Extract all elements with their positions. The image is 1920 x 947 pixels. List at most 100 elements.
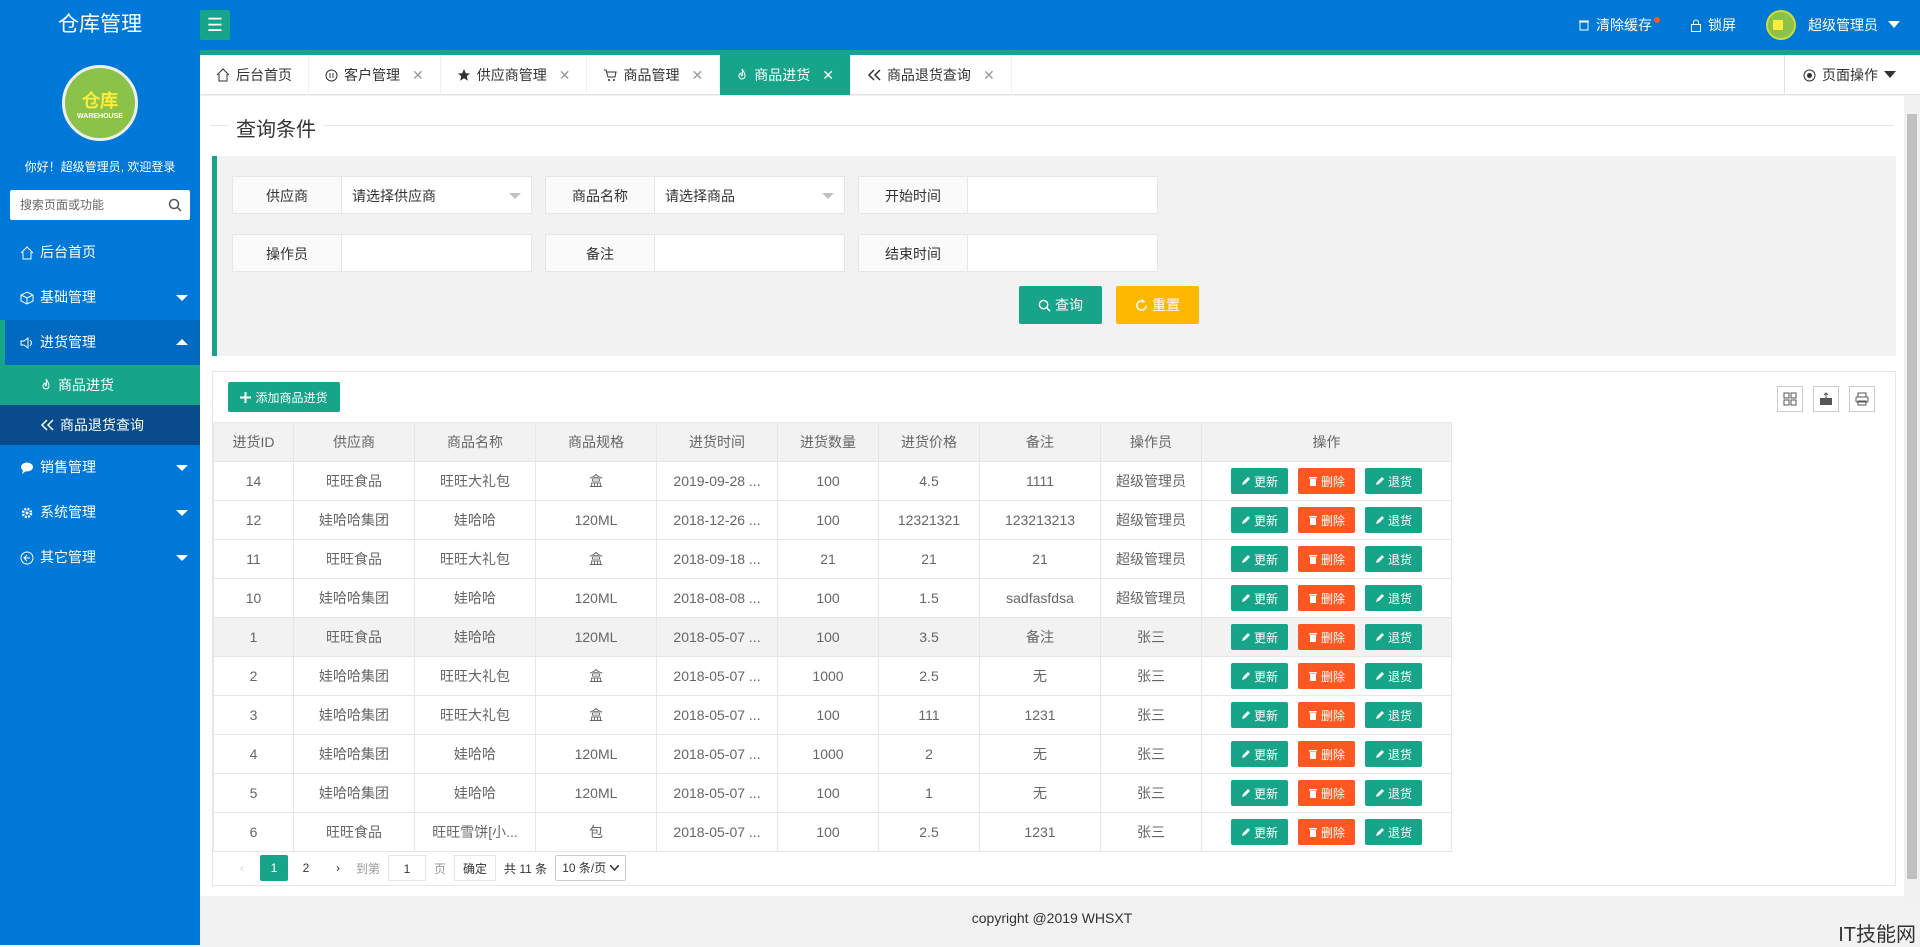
tab-return-query[interactable]: 商品退货查询 ✕ bbox=[851, 55, 1012, 95]
column-header[interactable]: 供应商 bbox=[293, 422, 415, 462]
tab-label: 后台首页 bbox=[236, 67, 292, 83]
columns-filter-button[interactable] bbox=[1777, 386, 1803, 412]
column-header[interactable]: 备注 bbox=[979, 422, 1101, 462]
delete-button[interactable]: 删除 bbox=[1297, 819, 1355, 845]
close-icon[interactable]: ✕ bbox=[691, 55, 703, 95]
update-button[interactable]: 更新 bbox=[1230, 702, 1288, 728]
delete-button[interactable]: 删除 bbox=[1297, 702, 1355, 728]
return-button[interactable]: 退货 bbox=[1365, 819, 1423, 845]
return-button[interactable]: 退货 bbox=[1365, 663, 1423, 689]
column-header[interactable]: 进货ID bbox=[213, 422, 294, 462]
update-button[interactable]: 更新 bbox=[1230, 741, 1288, 767]
delete-button[interactable]: 删除 bbox=[1297, 468, 1355, 494]
scrollbar-thumb[interactable] bbox=[1907, 114, 1917, 879]
sidebar-item-basic[interactable]: 基础管理 bbox=[0, 275, 200, 320]
pencil-icon bbox=[1376, 594, 1384, 602]
sidebar-item-home[interactable]: 后台首页 bbox=[0, 230, 200, 275]
lock-screen-button[interactable]: 锁屏 bbox=[1690, 15, 1736, 35]
return-button[interactable]: 退货 bbox=[1365, 741, 1423, 767]
return-button[interactable]: 退货 bbox=[1365, 585, 1423, 611]
close-icon[interactable]: ✕ bbox=[822, 55, 834, 95]
close-icon[interactable]: ✕ bbox=[983, 55, 995, 95]
start-time-input[interactable] bbox=[968, 176, 1158, 214]
search-button[interactable]: 查询 bbox=[1019, 286, 1102, 324]
tab-home[interactable]: 后台首页 bbox=[200, 55, 309, 95]
table-cell: 2018-12-26 ... bbox=[656, 500, 778, 540]
column-header[interactable]: 进货价格 bbox=[878, 422, 980, 462]
page-1-button[interactable]: 1 bbox=[260, 855, 288, 881]
return-button[interactable]: 退货 bbox=[1365, 780, 1423, 806]
page-jump-input[interactable]: 1 bbox=[388, 855, 427, 881]
pencil-icon bbox=[1241, 828, 1250, 836]
export-button[interactable] bbox=[1813, 386, 1839, 412]
print-button[interactable] bbox=[1849, 386, 1875, 412]
page-size-value: 10 条/页 bbox=[562, 861, 607, 875]
table-cell: 4 bbox=[213, 734, 294, 774]
action-label: 更新 bbox=[1253, 786, 1278, 801]
page-size-select[interactable]: 10 条/页 bbox=[555, 855, 627, 881]
table-cell: 100 bbox=[777, 578, 879, 618]
delete-button[interactable]: 删除 bbox=[1297, 780, 1355, 806]
sidebar-item-other[interactable]: 其它管理 bbox=[0, 535, 200, 580]
update-button[interactable]: 更新 bbox=[1230, 663, 1288, 689]
end-time-input[interactable] bbox=[968, 234, 1158, 272]
page-2-button[interactable]: 2 bbox=[292, 855, 320, 881]
main-scrollbar[interactable] bbox=[1904, 96, 1920, 900]
update-button[interactable]: 更新 bbox=[1230, 624, 1288, 650]
column-header[interactable]: 商品规格 bbox=[535, 422, 657, 462]
update-button[interactable]: 更新 bbox=[1230, 468, 1288, 494]
column-header[interactable]: 操作员 bbox=[1100, 422, 1202, 462]
update-button[interactable]: 更新 bbox=[1230, 507, 1288, 533]
operator-input[interactable] bbox=[342, 234, 532, 272]
sidebar-item-system[interactable]: 系统管理 bbox=[0, 490, 200, 535]
return-button[interactable]: 退货 bbox=[1365, 507, 1423, 533]
delete-button[interactable]: 删除 bbox=[1297, 741, 1355, 767]
update-button[interactable]: 更新 bbox=[1230, 819, 1288, 845]
update-button[interactable]: 更新 bbox=[1230, 585, 1288, 611]
table-cell: 12 bbox=[213, 500, 294, 540]
return-button[interactable]: 退货 bbox=[1365, 702, 1423, 728]
update-button[interactable]: 更新 bbox=[1230, 780, 1288, 806]
main-content: 查询条件 供应商 请选择供应商 商品名称 请选择商品 开始时间 操作员 备注 结… bbox=[200, 96, 1904, 896]
action-label: 更新 bbox=[1253, 513, 1278, 528]
delete-button[interactable]: 删除 bbox=[1297, 624, 1355, 650]
logo-avatar: 仓库 WAREHOUSE bbox=[62, 65, 138, 141]
update-button[interactable]: 更新 bbox=[1230, 546, 1288, 572]
prev-page-button[interactable]: ‹ bbox=[228, 855, 256, 881]
sidebar-subitem-return-query[interactable]: 商品退货查询 bbox=[0, 405, 200, 445]
table-cell: 盒 bbox=[535, 461, 657, 501]
return-button[interactable]: 退货 bbox=[1365, 546, 1423, 572]
user-menu[interactable]: 超级管理员 bbox=[1766, 10, 1906, 40]
table-cell: 超级管理员 bbox=[1100, 500, 1202, 540]
goods-select[interactable]: 请选择商品 bbox=[655, 176, 845, 214]
menu-toggle-button[interactable]: ☰ bbox=[200, 10, 230, 40]
column-header[interactable]: 商品名称 bbox=[414, 422, 536, 462]
return-button[interactable]: 退货 bbox=[1365, 624, 1423, 650]
close-icon[interactable]: ✕ bbox=[412, 55, 424, 95]
sidebar-item-sales[interactable]: 销售管理 bbox=[0, 445, 200, 490]
page-operations-menu[interactable]: 页面操作 bbox=[1784, 55, 1920, 95]
tab-supplier[interactable]: 供应商管理 ✕ bbox=[441, 55, 588, 95]
column-header[interactable]: 进货时间 bbox=[656, 422, 778, 462]
supplier-select[interactable]: 请选择供应商 bbox=[342, 176, 532, 214]
sidebar-search-input[interactable]: 搜索页面或功能 bbox=[10, 190, 190, 220]
delete-button[interactable]: 删除 bbox=[1297, 585, 1355, 611]
remark-input[interactable] bbox=[655, 234, 845, 272]
return-button[interactable]: 退货 bbox=[1365, 468, 1423, 494]
sidebar-item-purchase[interactable]: 进货管理 bbox=[0, 320, 200, 365]
column-header[interactable]: 进货数量 bbox=[777, 422, 879, 462]
page-jump-confirm-button[interactable]: 确定 bbox=[454, 855, 497, 881]
close-icon[interactable]: ✕ bbox=[559, 55, 571, 95]
tab-customer[interactable]: 客户管理 ✕ bbox=[309, 55, 441, 95]
delete-button[interactable]: 删除 bbox=[1297, 663, 1355, 689]
clear-cache-button[interactable]: 清除缓存 bbox=[1578, 15, 1660, 35]
add-purchase-button[interactable]: 添加商品进货 bbox=[228, 382, 340, 412]
search-icon bbox=[1038, 299, 1051, 312]
tab-goods[interactable]: 商品管理 ✕ bbox=[587, 55, 721, 95]
sidebar-subitem-purchase[interactable]: 商品进货 bbox=[0, 365, 200, 405]
delete-button[interactable]: 删除 bbox=[1297, 546, 1355, 572]
reset-button[interactable]: 重置 bbox=[1116, 286, 1199, 324]
tab-purchase[interactable]: 商品进货 ✕ bbox=[720, 55, 851, 95]
delete-button[interactable]: 删除 bbox=[1297, 507, 1355, 533]
next-page-button[interactable]: › bbox=[324, 855, 352, 881]
